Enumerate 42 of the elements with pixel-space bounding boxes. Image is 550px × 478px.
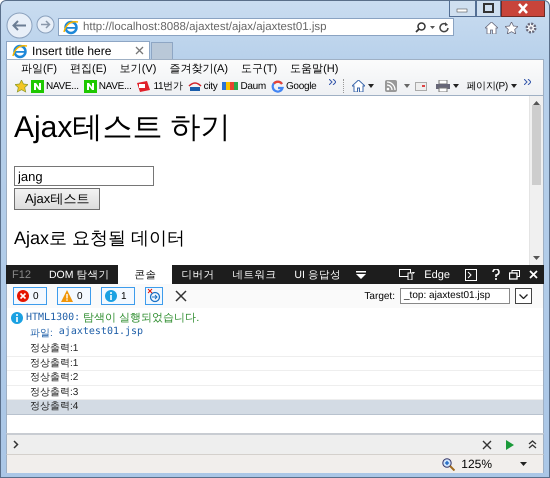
page-heading: Ajax테스트 하기 — [14, 110, 231, 146]
favorite-link[interactable]: Daum — [240, 80, 266, 92]
address-bar[interactable]: http://localhost:8088/ajaxtest/ajax/ajaxtest01.jsp — [58, 18, 454, 36]
menu-item[interactable]: 즐겨찾기(A) — [169, 61, 228, 76]
target-dropdown[interactable]: _top: ajaxtest01.jsp — [400, 288, 510, 304]
favorite-link[interactable]: NAVE... — [98, 80, 132, 92]
devtools-tab[interactable]: DOM 탐색기 — [40, 265, 118, 284]
devtools-tab[interactable]: 네트워크 — [223, 265, 286, 284]
devtools-label: F12 — [11, 268, 32, 280]
favorite-link[interactable]: NAVE... — [46, 80, 79, 92]
browser-tab[interactable]: Insert title here — [6, 41, 150, 59]
text-input[interactable]: jang — [14, 166, 154, 186]
log-entry[interactable]: 정상출력:1 — [7, 356, 543, 371]
menu-item[interactable]: 보기(V) — [120, 61, 156, 76]
url-text: http://localhost:8088/ajaxtest/ajax/ajaxtest01.jsp — [83, 21, 328, 33]
favorite-link[interactable]: city — [204, 80, 218, 92]
log-entry[interactable]: 정상출력:1 — [7, 342, 543, 356]
favorite-link[interactable]: 11번가 — [153, 79, 183, 93]
devtools-tab[interactable]: 디버거 — [172, 265, 224, 284]
log-entry[interactable]: 정상출력:2 — [7, 371, 543, 386]
menu-item[interactable]: 도움말(H) — [290, 61, 338, 76]
filter-toggle[interactable]: 1 — [101, 287, 135, 305]
menu-item[interactable]: 파일(F) — [21, 61, 58, 76]
tab-title: Insert title here — [32, 44, 112, 58]
favorite-link[interactable]: Google — [286, 80, 316, 92]
message-text: 탐색이 실행되었습니다. — [83, 311, 200, 325]
filter-toggle[interactable]: 0 — [13, 287, 47, 305]
file-label: 파일: — [30, 327, 53, 340]
devtools-tab[interactable]: 콘솔 — [118, 265, 172, 284]
log-entry[interactable]: 정상출력:4 — [7, 400, 543, 414]
file-link[interactable]: ajaxtest01.jsp — [58, 326, 144, 340]
menu-item[interactable]: 도구(T) — [241, 61, 278, 76]
filter-toggle[interactable]: 0 — [57, 287, 91, 305]
message-code: HTML1300: — [26, 312, 80, 323]
result-heading: Ajax로 요청될 데이터 — [14, 227, 186, 250]
page-menu[interactable]: 페이지(P) — [466, 79, 508, 93]
devtools-tab[interactable]: UI 응답성 — [285, 265, 350, 284]
document-mode[interactable]: Edge — [424, 268, 450, 280]
target-label: Target: — [364, 290, 395, 302]
submit-button[interactable]: Ajax테스트 — [14, 188, 100, 210]
menu-item[interactable]: 편집(E) — [70, 61, 107, 76]
zoom-level[interactable]: 125% — [461, 457, 492, 471]
